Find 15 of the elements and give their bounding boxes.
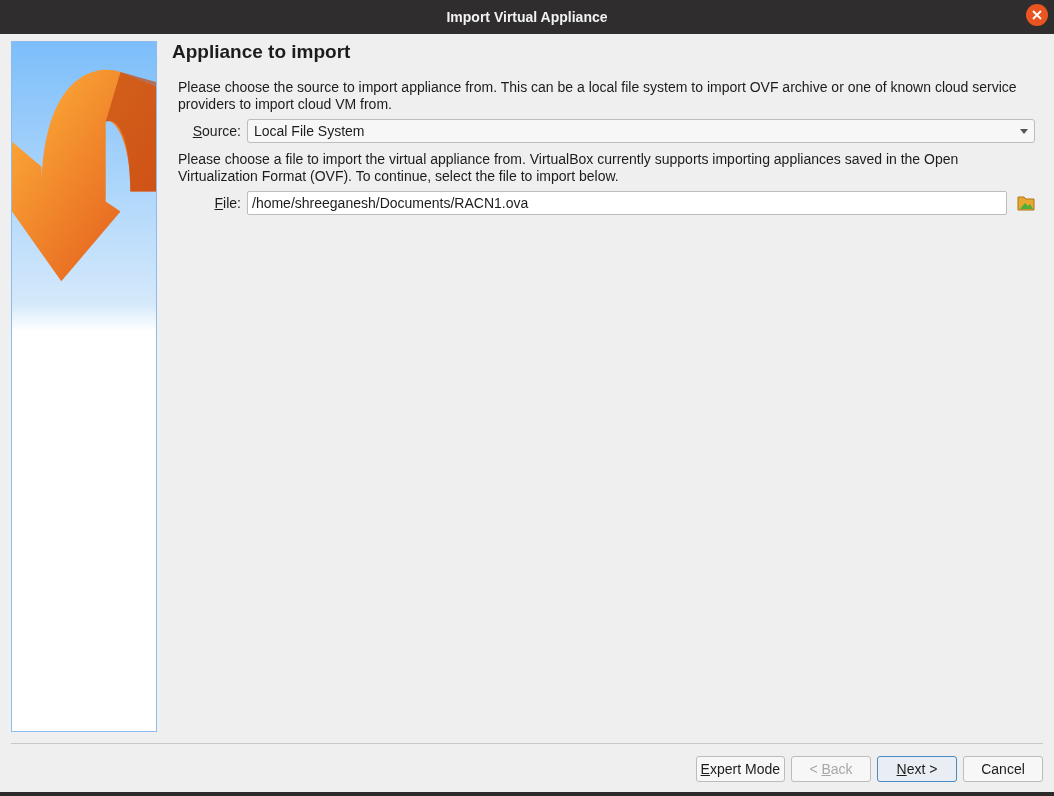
close-icon (1032, 10, 1042, 20)
dialog-button[interactable]: Expert Mode (695, 756, 785, 782)
page-title: Appliance to import (172, 41, 352, 63)
default-button[interactable]: Next > (877, 756, 957, 782)
source-dropdown[interactable]: Local File System (247, 119, 1035, 143)
intro-text: Please choose the source to import appliance from. This can be a local file system to import OVF archive or one of known cloud service providers to import cloud VM from. (178, 79, 1018, 113)
dropdown-caret-icon (1020, 128, 1028, 134)
dialog-button[interactable]: Cancel (963, 756, 1043, 782)
window-title: Import Virtual Appliance (446, 9, 608, 25)
folder-icon[interactable] (1017, 195, 1035, 211)
file-hint-text: Please choose a file to import the virtual appliance from. VirtualBox currently supports importing appliances saved in the Open Virtualization Format (OVF). To continue, select the file to import below. (178, 151, 960, 185)
source-label: Source: (191, 123, 241, 139)
file-path-field[interactable]: /home/shreeganesh/Documents/RACN1.ova (247, 191, 1007, 215)
close-button[interactable] (1026, 4, 1048, 26)
file-label: File: (213, 195, 241, 211)
